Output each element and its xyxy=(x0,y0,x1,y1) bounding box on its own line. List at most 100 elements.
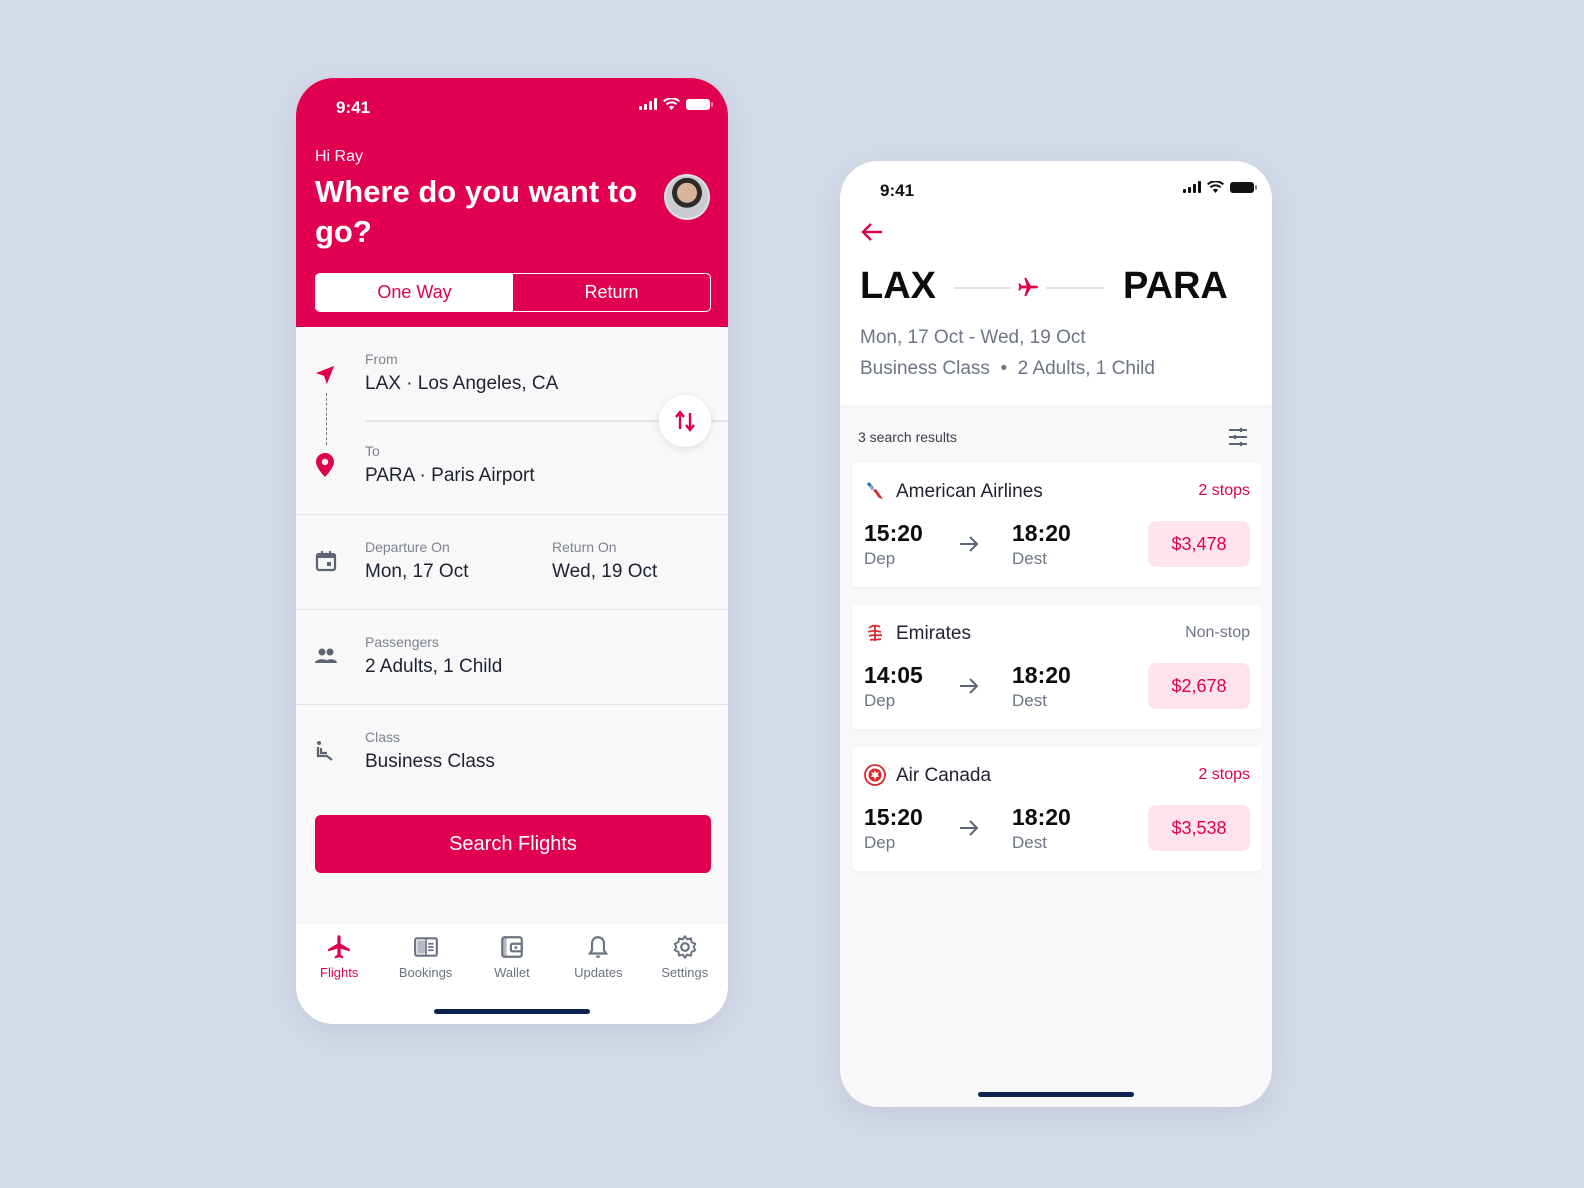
stops-label: 2 stops xyxy=(1198,766,1250,783)
navigation-arrow-icon xyxy=(315,365,335,385)
battery-icon xyxy=(686,98,713,110)
from-label: From xyxy=(365,351,398,367)
tab-bookings-label: Bookings xyxy=(398,965,453,980)
class-label: Class xyxy=(365,729,401,745)
arrival-label: Dest xyxy=(1012,549,1047,568)
stops-label: Non-stop xyxy=(1185,624,1250,641)
avatar[interactable] xyxy=(664,174,710,220)
tab-wallet[interactable]: Wallet xyxy=(469,934,555,980)
trip-type-toggle: One Way Return xyxy=(315,273,711,312)
wifi-icon xyxy=(1207,181,1224,193)
departure-label: Departure On xyxy=(365,539,450,555)
arrow-right-icon xyxy=(960,820,979,836)
filter-icon[interactable] xyxy=(1226,425,1250,449)
to-field[interactable]: To PARA · Paris Airport xyxy=(365,443,535,487)
to-label: To xyxy=(365,443,380,459)
battery-icon xyxy=(1230,181,1257,193)
search-header: 9:41 Hi Ray Where do you want to go? One… xyxy=(296,78,728,327)
arrow-right-icon xyxy=(960,678,979,694)
dates-row: Departure On Mon, 17 Oct Return On Wed, … xyxy=(296,515,728,610)
bottom-tab-bar: Flights Bookings Wallet Updates Settings xyxy=(296,924,728,1024)
flight-card[interactable]: American Airlines 2 stops 15:20 Dep 18:2… xyxy=(852,463,1262,587)
swap-arrows-icon xyxy=(675,410,695,432)
flight-card[interactable]: Emirates Non-stop 14:05 Dep 18:20 Dest $… xyxy=(852,605,1262,729)
from-field[interactable]: From LAX · Los Angeles, CA xyxy=(365,351,558,395)
departure-time: 15:20 xyxy=(864,804,923,830)
calendar-icon xyxy=(315,551,337,572)
departure-field[interactable]: Departure On Mon, 17 Oct xyxy=(365,539,469,583)
swap-button[interactable] xyxy=(659,395,711,447)
return-field[interactable]: Return On Wed, 19 Oct xyxy=(552,539,657,583)
tab-settings[interactable]: Settings xyxy=(642,934,728,980)
passengers-value: 2 Adults, 1 Child xyxy=(365,656,503,677)
departure-label: Dep xyxy=(864,691,896,710)
gear-icon xyxy=(673,935,697,959)
seat-icon xyxy=(316,741,333,761)
plane-icon xyxy=(1018,277,1039,297)
search-flights-button[interactable]: Search Flights xyxy=(315,815,711,873)
passengers-field[interactable]: Passengers 2 Adults, 1 Child xyxy=(365,634,502,678)
route-line xyxy=(1046,287,1104,289)
stops-label: 2 stops xyxy=(1198,482,1250,499)
price-badge[interactable]: $3,478 xyxy=(1148,521,1250,567)
tab-flights[interactable]: Flights xyxy=(296,934,382,980)
status-bar: 9:41 xyxy=(296,78,728,134)
departure-time: 15:20 xyxy=(864,520,923,546)
status-bar: 9:41 xyxy=(840,161,1272,217)
greeting: Hi Ray xyxy=(315,148,364,165)
class-field[interactable]: Class Business Class xyxy=(365,729,495,773)
tab-updates-label: Updates xyxy=(574,965,623,980)
passengers-label: Passengers xyxy=(365,634,439,650)
arrival-time: 18:20 xyxy=(1012,804,1071,830)
tab-return[interactable]: Return xyxy=(513,274,710,311)
route-line xyxy=(954,287,1012,289)
passengers-row[interactable]: Passengers 2 Adults, 1 Child xyxy=(296,610,728,705)
origin-code: LAX xyxy=(860,265,936,307)
search-screen: 9:41 Hi Ray Where do you want to go? One… xyxy=(296,78,728,1024)
location-pin-icon xyxy=(316,453,334,477)
wifi-icon xyxy=(663,98,680,110)
departure-label: Dep xyxy=(864,833,896,852)
book-icon xyxy=(413,937,438,957)
return-value: Wed, 19 Oct xyxy=(552,561,658,582)
departure-time: 14:05 xyxy=(864,662,923,688)
class-row[interactable]: Class Business Class xyxy=(296,705,728,800)
wallet-icon xyxy=(501,936,523,958)
tab-flights-label: Flights xyxy=(320,965,359,980)
status-time: 9:41 xyxy=(880,181,915,200)
to-value: PARA · Paris Airport xyxy=(365,465,535,486)
price-badge[interactable]: $3,538 xyxy=(1148,805,1250,851)
arrival-time: 18:20 xyxy=(1012,662,1071,688)
flight-card[interactable]: Air Canada 2 stops 15:20 Dep 18:20 Dest … xyxy=(852,747,1262,871)
plane-icon xyxy=(328,935,351,959)
arrow-right-icon xyxy=(960,536,979,552)
return-label: Return On xyxy=(552,539,617,555)
back-arrow-icon[interactable] xyxy=(860,221,884,243)
tab-settings-label: Settings xyxy=(661,965,709,980)
route-connector xyxy=(326,393,327,445)
results-count: 3 search results xyxy=(858,429,957,445)
price-badge[interactable]: $2,678 xyxy=(1148,663,1250,709)
search-form: From LAX · Los Angeles, CA To PARA · Par… xyxy=(296,327,728,800)
arrival-time: 18:20 xyxy=(1012,520,1071,546)
route-section: From LAX · Los Angeles, CA To PARA · Par… xyxy=(296,327,728,515)
tab-bookings[interactable]: Bookings xyxy=(383,934,469,980)
results-screen: 9:41 LAX PARA Mon, 17 Oct - Wed, 19 Oct … xyxy=(840,161,1272,1107)
airline-name: American Airlines xyxy=(896,481,1043,502)
class-value: Business Class xyxy=(365,751,495,772)
air-canada-logo-icon xyxy=(864,764,886,786)
bell-icon xyxy=(588,936,609,958)
tab-updates[interactable]: Updates xyxy=(555,934,641,980)
from-value: LAX · Los Angeles, CA xyxy=(365,373,559,394)
home-indicator xyxy=(978,1092,1134,1097)
emirates-logo-icon xyxy=(867,624,883,641)
status-time: 9:41 xyxy=(336,98,371,117)
american-airlines-logo-icon xyxy=(866,482,883,499)
departure-value: Mon, 17 Oct xyxy=(365,561,469,582)
tab-one-way[interactable]: One Way xyxy=(316,274,513,311)
people-icon xyxy=(315,648,337,663)
tab-wallet-label: Wallet xyxy=(494,965,530,980)
page-title: Where do you want to go? xyxy=(315,174,638,249)
destination-code: PARA xyxy=(1123,265,1228,307)
airline-name: Emirates xyxy=(896,623,971,644)
